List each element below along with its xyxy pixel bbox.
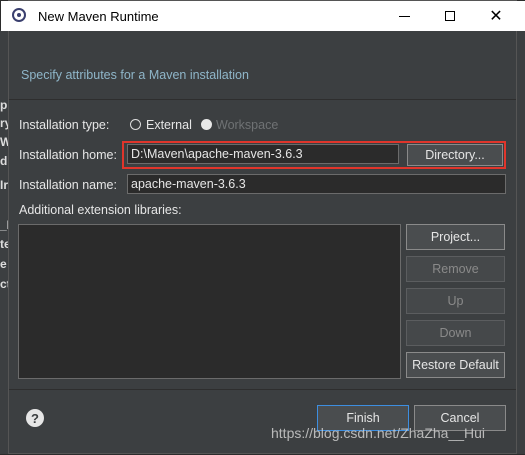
background-ide-strip: p ry W di Ir _L te e ct (0, 30, 8, 454)
background-glyph: p (0, 98, 8, 112)
eclipse-icon (12, 8, 26, 22)
close-icon: ✕ (489, 8, 503, 25)
background-glyph: _L (0, 218, 8, 232)
dialog-body: Installation type: External Workspace In… (9, 99, 516, 455)
remove-button[interactable]: Remove (406, 256, 505, 282)
background-ide-strip-right (517, 30, 525, 454)
installation-type-label: Installation type: (19, 118, 110, 132)
installation-home-field[interactable]: D:\Maven\apache-maven-3.6.3 (127, 144, 399, 164)
down-button[interactable]: Down (406, 320, 505, 346)
background-glyph: ct (0, 277, 8, 291)
external-radio-label[interactable]: External (146, 118, 192, 132)
installation-name-label: Installation name: (19, 178, 117, 192)
installation-home-label: Installation home: (19, 148, 117, 162)
minimize-icon (398, 15, 410, 17)
maximize-button[interactable] (427, 1, 473, 31)
background-glyph: e (0, 257, 7, 271)
up-button[interactable]: Up (406, 288, 505, 314)
watermark-text: https://blog.csdn.net/ZhaZha__Hui (271, 425, 486, 441)
background-glyph: di (0, 154, 8, 168)
minimize-button[interactable] (381, 1, 427, 31)
new-maven-runtime-dialog: New Maven Runtime ✕ Specify attributes f… (1, 0, 525, 455)
workspace-radio[interactable] (201, 119, 212, 130)
background-glyph: ry (0, 116, 8, 130)
background-glyph: W (0, 135, 8, 149)
directory-button[interactable]: Directory... (407, 144, 503, 166)
header-description: Specify attributes for a Maven installat… (21, 68, 249, 82)
maximize-icon (445, 11, 455, 21)
project-button[interactable]: Project... (406, 224, 505, 250)
workspace-radio-label[interactable]: Workspace (216, 118, 278, 132)
window-title: New Maven Runtime (38, 9, 159, 24)
dialog-header (9, 31, 516, 100)
external-radio[interactable] (130, 119, 141, 130)
title-bar[interactable]: New Maven Runtime ✕ (1, 1, 525, 31)
help-icon[interactable]: ? (26, 409, 44, 427)
extension-libraries-label: Additional extension libraries: (19, 203, 182, 217)
footer-separator (9, 389, 516, 390)
close-button[interactable]: ✕ (473, 1, 519, 31)
background-glyph: Ir (0, 178, 8, 192)
installation-name-field[interactable]: apache-maven-3.6.3 (127, 174, 506, 194)
background-glyph: te (0, 237, 8, 251)
restore-default-button[interactable]: Restore Default (406, 352, 505, 378)
extension-libraries-list[interactable] (18, 224, 401, 379)
